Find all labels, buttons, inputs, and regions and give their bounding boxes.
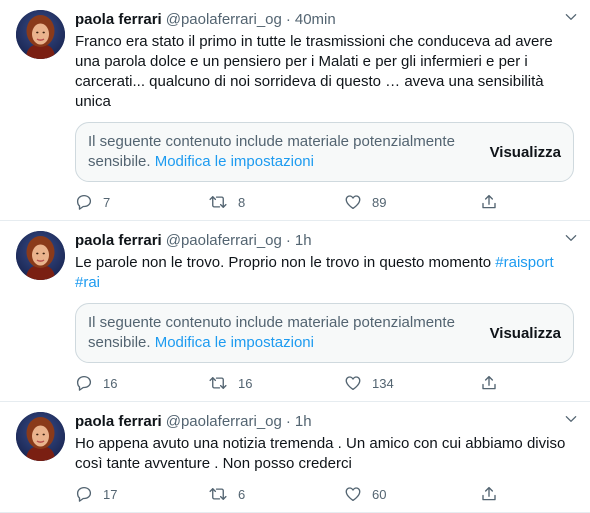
notice-text: Il seguente contenuto include materiale … <box>88 132 480 172</box>
hashtag-link[interactable]: #rai <box>75 274 100 291</box>
share-icon[interactable] <box>480 485 498 503</box>
chevron-down-icon[interactable] <box>562 229 580 247</box>
tweet-feed: paola ferrari @paolaferrari_og · 40min Franc… <box>0 0 590 513</box>
chevron-down-icon[interactable] <box>562 410 580 428</box>
like-button[interactable]: 134 <box>344 374 480 392</box>
tweet-text-body: Franco era stato il primo in tutte le tr… <box>75 33 557 110</box>
retweet-button[interactable]: 6 <box>208 485 344 503</box>
reply-button[interactable]: 7 <box>75 193 208 211</box>
tweet-text-body: Le parole non le trovo. Proprio non le t… <box>75 254 492 271</box>
tweet[interactable]: paola ferrari @paolaferrari_og · 1h Ho appen… <box>0 402 590 513</box>
share-icon[interactable] <box>480 193 498 211</box>
reply-icon[interactable] <box>75 374 93 392</box>
share-button[interactable] <box>480 193 498 211</box>
tweet-text: Ho appena avuto una notizia tremenda . U… <box>75 434 574 474</box>
retweet-count: 6 <box>238 486 246 502</box>
reply-count: 17 <box>103 486 118 502</box>
tweet[interactable]: paola ferrari @paolaferrari_og · 40min Franc… <box>0 0 590 221</box>
tweet-text: Le parole non le trovo. Proprio non le t… <box>75 253 574 293</box>
avatar[interactable] <box>16 231 65 280</box>
timestamp[interactable]: 1h <box>295 412 312 432</box>
timestamp[interactable]: 40min <box>295 10 336 30</box>
tweet-body: paola ferrari @paolaferrari_og · 1h Le parol… <box>16 231 574 401</box>
tweet-content: paola ferrari @paolaferrari_og · 40min Franc… <box>75 10 574 220</box>
author-name[interactable]: paola ferrari <box>75 10 162 30</box>
avatar[interactable] <box>16 412 65 461</box>
tweet-text: Franco era stato il primo in tutte le tr… <box>75 32 574 112</box>
edit-settings-link[interactable]: Modifica le impostazioni <box>155 334 314 351</box>
tweet-content: paola ferrari @paolaferrari_og · 1h Le parol… <box>75 231 574 401</box>
tweet-actions: 16 16 134 <box>75 365 574 401</box>
sensitive-content-notice: Il seguente contenuto include materiale … <box>75 303 574 363</box>
separator: · <box>285 232 291 249</box>
reply-count: 7 <box>103 194 111 210</box>
view-button[interactable]: Visualizza <box>490 325 561 342</box>
heart-icon[interactable] <box>344 485 362 503</box>
tweet-actions: 17 6 60 <box>75 476 574 512</box>
tweet-content: paola ferrari @paolaferrari_og · 1h Ho appen… <box>75 412 574 512</box>
retweet-icon[interactable] <box>208 485 228 503</box>
author-name[interactable]: paola ferrari <box>75 412 162 432</box>
tweet-header: paola ferrari @paolaferrari_og · 40min <box>75 10 574 30</box>
tweet-text-body: Ho appena avuto una notizia tremenda . U… <box>75 435 570 472</box>
like-count: 134 <box>372 375 394 391</box>
like-button[interactable]: 60 <box>344 485 480 503</box>
notice-text: Il seguente contenuto include materiale … <box>88 313 480 353</box>
tweet-body: paola ferrari @paolaferrari_og · 1h Ho appen… <box>16 412 574 512</box>
tweet-actions: 7 8 89 <box>75 184 574 220</box>
retweet-button[interactable]: 8 <box>208 193 344 211</box>
like-count: 60 <box>372 486 387 502</box>
reply-icon[interactable] <box>75 485 93 503</box>
reply-count: 16 <box>103 375 118 391</box>
retweet-count: 16 <box>238 375 253 391</box>
reply-button[interactable]: 16 <box>75 374 208 392</box>
hashtag-link[interactable]: #raisport <box>495 254 553 271</box>
heart-icon[interactable] <box>344 193 362 211</box>
retweet-count: 8 <box>238 194 246 210</box>
retweet-icon[interactable] <box>208 374 228 392</box>
share-button[interactable] <box>480 374 498 392</box>
share-icon[interactable] <box>480 374 498 392</box>
tweet[interactable]: paola ferrari @paolaferrari_og · 1h Le parol… <box>0 221 590 402</box>
author-handle[interactable]: @paolaferrari_og <box>166 231 282 251</box>
separator: · <box>285 413 291 430</box>
sensitive-content-notice: Il seguente contenuto include materiale … <box>75 122 574 182</box>
retweet-button[interactable]: 16 <box>208 374 344 392</box>
retweet-icon[interactable] <box>208 193 228 211</box>
tweet-header: paola ferrari @paolaferrari_og · 1h <box>75 412 574 432</box>
share-button[interactable] <box>480 485 498 503</box>
like-button[interactable]: 89 <box>344 193 480 211</box>
tweet-body: paola ferrari @paolaferrari_og · 40min Franc… <box>16 10 574 220</box>
reply-icon[interactable] <box>75 193 93 211</box>
timestamp[interactable]: 1h <box>295 231 312 251</box>
separator: · <box>285 11 291 28</box>
tweet-header: paola ferrari @paolaferrari_og · 1h <box>75 231 574 251</box>
author-handle[interactable]: @paolaferrari_og <box>166 10 282 30</box>
reply-button[interactable]: 17 <box>75 485 208 503</box>
like-count: 89 <box>372 194 387 210</box>
avatar[interactable] <box>16 10 65 59</box>
author-name[interactable]: paola ferrari <box>75 231 162 251</box>
author-handle[interactable]: @paolaferrari_og <box>166 412 282 432</box>
edit-settings-link[interactable]: Modifica le impostazioni <box>155 153 314 170</box>
heart-icon[interactable] <box>344 374 362 392</box>
view-button[interactable]: Visualizza <box>490 144 561 161</box>
chevron-down-icon[interactable] <box>562 8 580 26</box>
